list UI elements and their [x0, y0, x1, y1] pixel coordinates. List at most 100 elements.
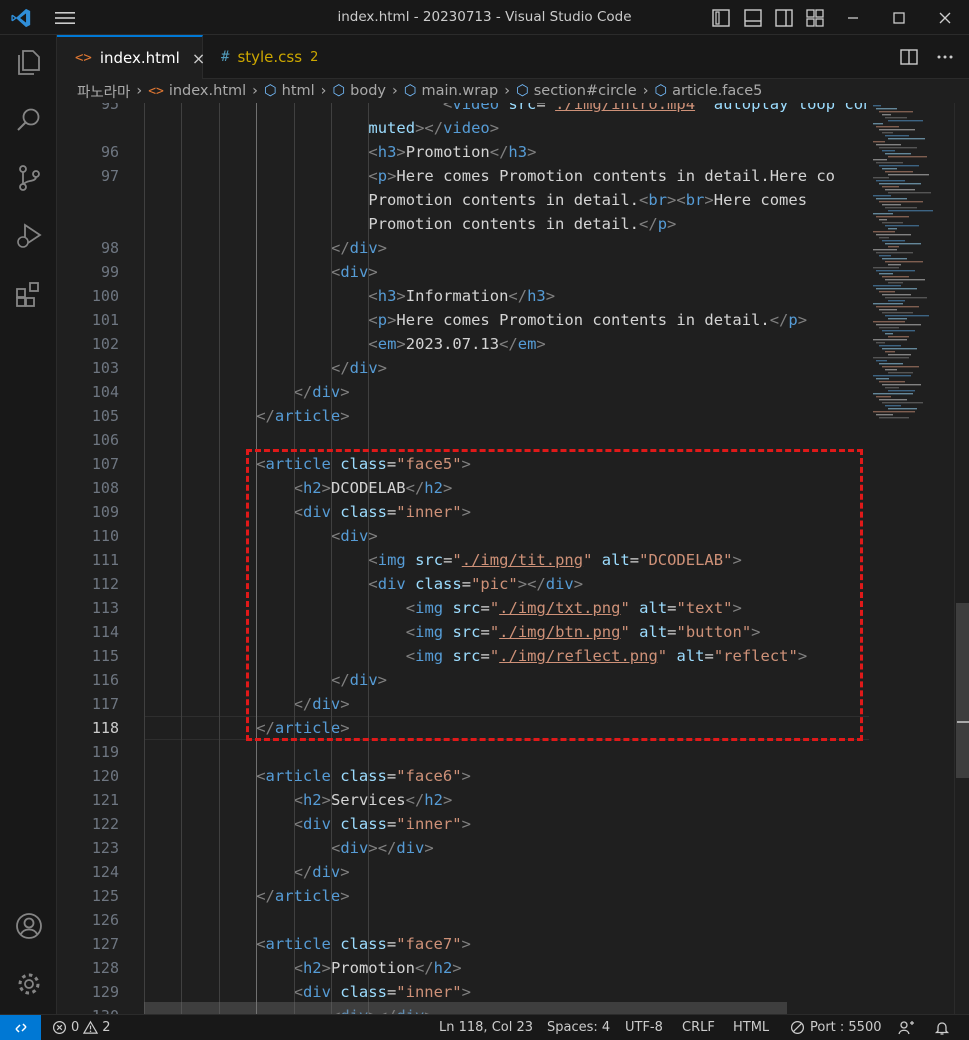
cursor-position-marker	[957, 721, 969, 723]
element-cube-icon: ⬡	[516, 83, 529, 99]
element-cube-icon: ⬡	[654, 83, 668, 99]
extensions-icon[interactable]	[14, 279, 44, 309]
manage-gear-icon[interactable]	[14, 969, 44, 999]
minimap-line	[876, 360, 887, 362]
minimap-line	[882, 330, 915, 332]
port-label: Port : 5500	[810, 1020, 882, 1035]
code-token: p	[377, 167, 388, 185]
minimap-line	[885, 261, 923, 263]
minimap-line	[873, 231, 895, 233]
maximize-icon[interactable]	[889, 8, 909, 28]
minimap-line	[879, 165, 919, 167]
minimap-line	[888, 336, 909, 338]
accounts-icon[interactable]	[14, 911, 44, 941]
split-editor-icon[interactable]	[899, 47, 919, 67]
red-dashed-annotation-box	[246, 449, 863, 741]
minimap-line	[888, 318, 907, 320]
minimap-line	[879, 183, 921, 185]
cursor-position[interactable]: Ln 118, Col 23	[439, 1020, 533, 1035]
remote-indicator[interactable]	[0, 1015, 41, 1040]
indentation[interactable]: Spaces: 4	[547, 1020, 610, 1035]
minimap-line	[885, 225, 919, 227]
minimap-line	[873, 249, 897, 251]
tab-index-html[interactable]: <> index.html ×	[57, 35, 205, 79]
feedback-icon[interactable]	[898, 1020, 915, 1036]
line-ending[interactable]: CRLF	[682, 1020, 715, 1035]
breadcrumb-item[interactable]: ⬡ body	[332, 83, 386, 99]
code-token: >	[545, 287, 556, 305]
code-line: <h2>Services</h2>	[294, 788, 453, 812]
code-token: </	[414, 959, 434, 977]
no-entry-icon	[790, 1020, 805, 1035]
minimap-line	[873, 123, 883, 125]
breadcrumb-item[interactable]: 파노라마	[77, 81, 130, 102]
chevron-right-icon: ›	[392, 83, 398, 99]
code-token: >	[321, 959, 331, 977]
minimap-line	[873, 303, 903, 305]
code-token: br	[685, 191, 705, 209]
code-token: >	[340, 407, 350, 425]
minimap-line	[888, 354, 911, 356]
minimap-line	[879, 417, 909, 419]
search-icon[interactable]	[14, 105, 44, 135]
code-token: muted	[368, 119, 416, 137]
toggle-primary-sidebar-icon[interactable]	[711, 8, 731, 28]
more-actions-icon[interactable]	[935, 47, 955, 67]
minimize-icon[interactable]	[843, 8, 863, 28]
code-token: h3	[527, 287, 546, 305]
code-token: </	[331, 359, 350, 377]
minimap-line	[882, 276, 909, 278]
line-number: 128	[91, 959, 119, 977]
problems-indicator[interactable]: 0 2	[52, 1020, 111, 1035]
code-line: <div></div>	[331, 836, 434, 860]
run-and-debug-icon[interactable]	[14, 221, 44, 251]
minimap-line	[876, 198, 907, 200]
code-token: >	[667, 215, 677, 233]
scrollbar-thumb[interactable]	[956, 603, 969, 778]
code-token: >	[340, 863, 350, 881]
language-mode[interactable]: HTML	[733, 1020, 769, 1035]
code-token: <	[368, 335, 378, 353]
notifications-bell-icon[interactable]	[934, 1020, 950, 1036]
breadcrumb-item[interactable]: ⬡ html	[264, 83, 315, 99]
code-token: >	[377, 359, 388, 377]
minimap[interactable]	[869, 103, 954, 1014]
minimap-line	[885, 135, 909, 137]
code-token: </	[293, 383, 313, 401]
source-control-icon[interactable]	[14, 163, 44, 193]
breadcrumb-item[interactable]: ⬡ section#circle	[516, 83, 637, 99]
code-token: >	[489, 119, 500, 137]
minimap-line	[882, 294, 911, 296]
toggle-secondary-sidebar-icon[interactable]	[774, 8, 794, 28]
minimap-line	[888, 372, 913, 374]
tab-style-css[interactable]: # style.css 2	[203, 35, 327, 79]
line-number: 118	[91, 719, 119, 737]
code-token: >	[536, 335, 546, 353]
breadcrumb-item[interactable]: ⬡ main.wrap	[404, 83, 498, 99]
minimap-line	[876, 414, 893, 416]
live-server-port[interactable]: Port : 5500	[790, 1020, 882, 1035]
code-token: >	[396, 335, 406, 353]
status-bar: 0 2 Ln 118, Col 23 Spaces: 4 UTF-8 CRLF …	[0, 1014, 969, 1040]
horizontal-scrollbar[interactable]	[144, 1002, 787, 1014]
code-line: <div>	[331, 260, 378, 284]
problem-count-badge: 2	[310, 49, 319, 65]
code-token: Here comes Promotion contents in detail.…	[396, 167, 836, 185]
code-editor[interactable]: 95 96 97 98 99 100 101 102 103 104 105 106 107 108 109…	[57, 103, 969, 1014]
vertical-scrollbar[interactable]	[954, 103, 969, 1014]
explorer-icon[interactable]	[14, 47, 44, 77]
minimap-line	[882, 168, 897, 170]
code-token: =	[386, 815, 397, 833]
close-window-icon[interactable]	[935, 8, 955, 28]
customize-layout-icon[interactable]	[805, 8, 825, 28]
minimap-line	[876, 324, 921, 326]
toggle-panel-icon[interactable]	[743, 8, 763, 28]
encoding[interactable]: UTF-8	[625, 1020, 663, 1035]
html-file-icon: <>	[75, 50, 92, 66]
code-token: "inner"	[396, 983, 462, 1001]
breadcrumb-item[interactable]: <> index.html	[148, 83, 246, 99]
breadcrumb-item[interactable]: ⬡ article.face5	[655, 83, 763, 99]
minimap-line	[876, 108, 897, 110]
